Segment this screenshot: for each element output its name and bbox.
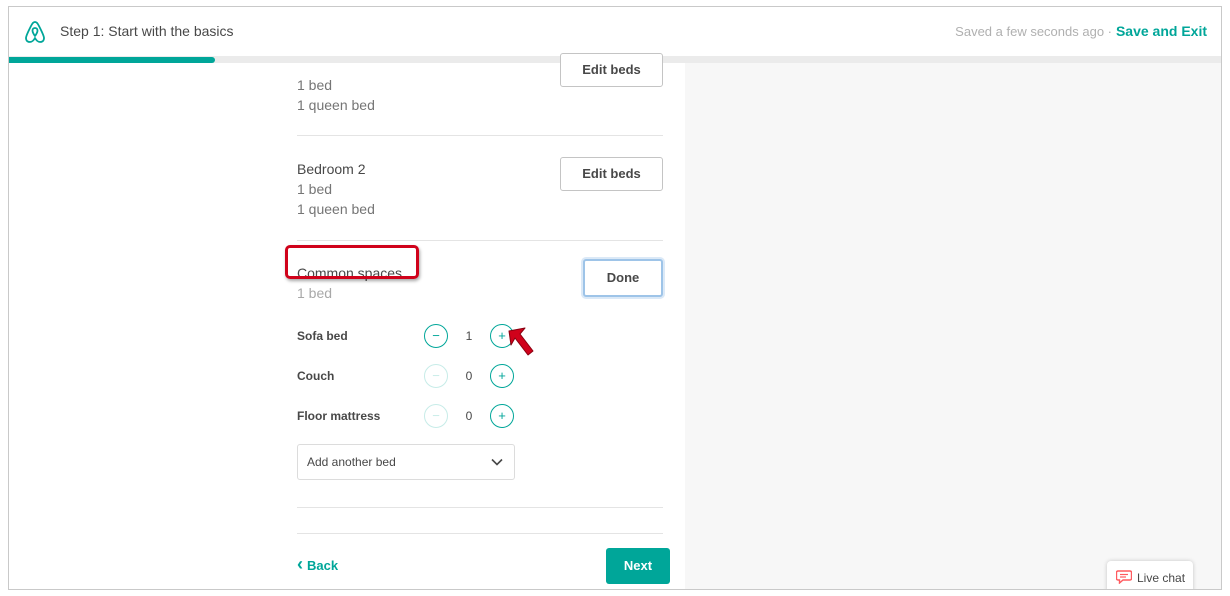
annotation-highlight-box [285,245,419,279]
bed-row-sofa-bed: Sofa bed − 1 + [297,324,527,350]
increment-button[interactable]: + [490,364,514,388]
select-label: Add another bed [307,455,396,469]
bedroom1-bed-type: 1 queen bed [297,97,375,113]
bed-row-couch: Couch − 0 + [297,364,527,390]
bedroom2-bed-type: 1 queen bed [297,201,375,217]
top-header: Step 1: Start with the basics Saved a fe… [9,7,1221,57]
save-and-exit-link[interactable]: Save and Exit [1116,23,1207,39]
airbnb-logo-icon[interactable] [23,20,47,44]
divider [297,507,663,508]
add-another-bed-select[interactable]: Add another bed [297,444,515,480]
bed-label: Couch [297,369,335,383]
bedroom1-bed-count: 1 bed [297,77,333,93]
back-button[interactable]: ‹ Back [297,555,339,573]
next-button[interactable]: Next [606,548,670,584]
bed-quantity: 0 [465,369,473,383]
bedroom2-bed-count: 1 bed [297,181,333,197]
decrement-button[interactable]: − [424,404,448,428]
increment-button[interactable]: + [490,404,514,428]
chat-bubble-icon [1116,570,1132,584]
decrement-button[interactable]: − [424,364,448,388]
bed-quantity: 1 [465,329,473,343]
done-button[interactable]: Done [583,259,663,297]
bedroom1-edit-beds-button[interactable]: Edit beds [560,53,663,87]
chevron-down-icon [491,458,503,466]
progress-fill [9,57,216,63]
bed-label: Floor mattress [297,409,381,423]
chevron-left-icon: ‹ [297,554,303,574]
browser-frame: Step 1: Start with the basics Saved a fe… [8,6,1222,590]
divider [297,135,663,136]
common-spaces-bed-count: 1 bed [297,285,333,301]
preview-panel [685,63,1221,589]
bedroom2-title: Bedroom 2 [297,161,366,177]
live-chat-button[interactable]: Live chat [1107,561,1193,589]
annotation-arrow-icon [508,327,534,356]
bed-quantity: 0 [465,409,473,423]
bedroom2-edit-beds-button[interactable]: Edit beds [560,157,663,191]
bed-label: Sofa bed [297,329,348,343]
step-title: Step 1: Start with the basics [60,23,234,39]
saved-status: Saved a few seconds ago · [955,24,1112,39]
bed-arrangement-form: 1 bed 1 queen bed Edit beds Bedroom 2 1 … [297,53,670,589]
decrement-button[interactable]: − [424,324,448,348]
back-label: Back [307,558,339,573]
footer-divider [297,533,663,534]
bed-row-floor-mattress: Floor mattress − 0 + [297,404,527,430]
divider [297,240,663,241]
live-chat-label: Live chat [1137,571,1186,585]
